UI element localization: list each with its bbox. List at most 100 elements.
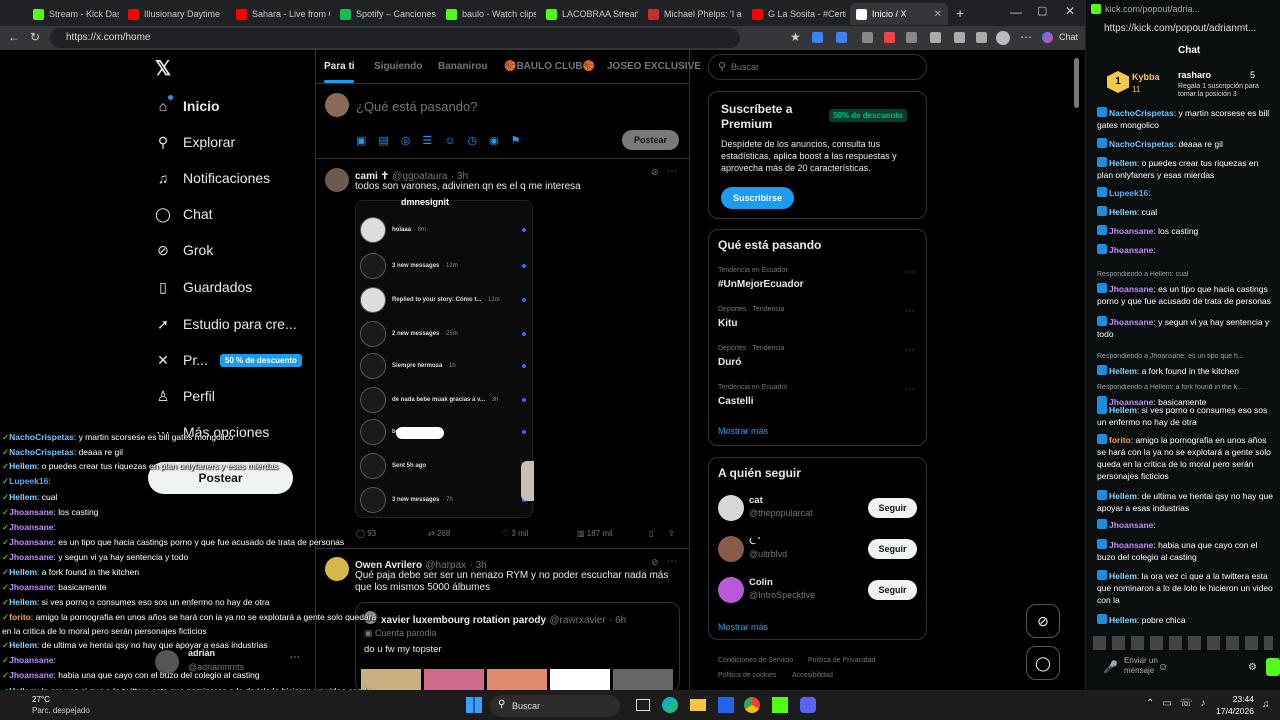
files-icon[interactable] bbox=[690, 699, 706, 711]
emoji-icon[interactable]: ☺ bbox=[1158, 662, 1168, 673]
chat-username[interactable]: forito bbox=[1109, 435, 1131, 445]
close-window-button[interactable]: ✕ bbox=[1065, 4, 1075, 18]
trend-more-icon[interactable]: ⋯ bbox=[905, 384, 915, 395]
settings-icon[interactable]: ⚙ bbox=[1248, 662, 1257, 673]
view-count[interactable]: ▥ 187 mil bbox=[577, 529, 613, 538]
kick-url[interactable]: https://kick.com/popout/adrianmt... bbox=[1104, 23, 1256, 34]
chat-username[interactable]: NachoCrispetas bbox=[1109, 139, 1174, 149]
footer-link[interactable]: Condiciones de Servicio bbox=[718, 657, 793, 664]
nav-item-person[interactable]: ♙ Perfil bbox=[155, 382, 215, 410]
tab-close-icon[interactable]: ✕ bbox=[225, 9, 226, 20]
kick-app-icon[interactable] bbox=[772, 697, 788, 713]
weather-temp[interactable]: 27°C bbox=[32, 695, 50, 704]
follow-name[interactable]: Colin bbox=[749, 577, 773, 588]
nav-item-grok[interactable]: ⊘ Grok bbox=[155, 236, 213, 264]
nav-item-search[interactable]: ⚲ Explorar bbox=[155, 128, 235, 156]
quote-tweet[interactable]: xavier luxembourg rotation parody @rawrx… bbox=[355, 602, 680, 692]
discord-icon[interactable] bbox=[800, 697, 816, 713]
tab-4[interactable]: JOSEO EXCLUSIVE bbox=[607, 61, 701, 72]
extension-icon[interactable] bbox=[906, 32, 917, 43]
grok-fab-icon[interactable]: ⊘ bbox=[1026, 604, 1060, 638]
chat-username[interactable]: Hellem bbox=[1109, 615, 1137, 625]
grok-icon[interactable]: ⊘ bbox=[651, 167, 659, 178]
tweet-image[interactable]: dmnesignit holaaa · 8m 3 new messages · 12m… bbox=[355, 197, 534, 518]
trend-name[interactable]: Duró bbox=[718, 357, 741, 368]
trend-name[interactable]: Kitu bbox=[718, 318, 737, 329]
tab-close-icon[interactable]: ✕ bbox=[934, 9, 942, 20]
nav-item-home[interactable]: ⌂ Inicio bbox=[155, 92, 220, 120]
extension-icon[interactable] bbox=[954, 32, 965, 43]
follow-button[interactable]: Seguir bbox=[868, 539, 917, 559]
nav-item-chat[interactable]: ◯ Chat bbox=[155, 200, 212, 228]
nav-item-bookmark[interactable]: ▯ Guardados bbox=[155, 273, 252, 301]
chat-username[interactable]: Hellem bbox=[1109, 158, 1137, 168]
follow-avatar[interactable] bbox=[718, 536, 744, 562]
back-icon[interactable]: ← bbox=[8, 30, 20, 44]
like-count[interactable]: ♡ 3 mil bbox=[502, 529, 528, 538]
x-logo-icon[interactable]: 𝕏 bbox=[155, 56, 171, 81]
nav-item-rocket[interactable]: ➚ Estudio para cre... bbox=[155, 310, 297, 338]
trend-more-icon[interactable]: ⋯ bbox=[905, 267, 915, 278]
follow-button[interactable]: Seguir bbox=[868, 498, 917, 518]
copilot-icon[interactable] bbox=[1042, 32, 1053, 43]
scrollbar[interactable] bbox=[1074, 58, 1079, 108]
extension-icon[interactable] bbox=[812, 32, 823, 43]
browser-tab[interactable]: Spotify – Canciones✕ bbox=[334, 3, 436, 25]
follow-avatar[interactable] bbox=[718, 495, 744, 521]
extension-icon[interactable] bbox=[976, 32, 987, 43]
browser-tab[interactable]: Michael Phelps: 'I an✕ bbox=[642, 3, 742, 25]
follow-button[interactable]: Seguir bbox=[868, 580, 917, 600]
share-icon[interactable]: ⇪ bbox=[668, 529, 675, 538]
tab-3[interactable]: 🏀BAULO CLUB🏀 bbox=[504, 61, 595, 72]
store-icon[interactable] bbox=[718, 697, 734, 713]
chat-username[interactable]: Hellem bbox=[1109, 571, 1137, 581]
footer-link[interactable]: Política de Privacidad bbox=[808, 657, 875, 664]
browser-tab[interactable]: Inicio / X ✕ bbox=[850, 3, 948, 25]
chat-username[interactable]: Jhoansane bbox=[1109, 540, 1153, 550]
browser-tab[interactable]: Sahara - Live from C✕ bbox=[230, 3, 330, 25]
mic-icon[interactable]: 🎤 bbox=[1103, 660, 1118, 674]
follow-name[interactable]: ⏾ ̊ bbox=[749, 536, 759, 547]
tray-icons[interactable]: ⌃▭☏♪ bbox=[1146, 698, 1213, 709]
nav-item-x-premium[interactable]: ✕ Pr... 50 % de descuento bbox=[155, 346, 302, 374]
chat-username[interactable]: Hellem bbox=[1109, 405, 1137, 415]
maximize-button[interactable]: ▢ bbox=[1037, 4, 1047, 17]
trend-more-icon[interactable]: ⋯ bbox=[905, 345, 915, 356]
show-more-follow[interactable]: Mostrar más bbox=[718, 622, 768, 632]
browser-tab[interactable]: Illusionary Daytime ✕ bbox=[122, 3, 226, 25]
chat-username[interactable]: Lupeek16 bbox=[1109, 188, 1148, 198]
tab-2[interactable]: Bananirou bbox=[438, 61, 487, 72]
tweet-more-icon[interactable]: ⋯ bbox=[667, 556, 677, 567]
send-message-input[interactable]: Enviar un mensaje bbox=[1124, 656, 1158, 676]
extension-icon[interactable] bbox=[884, 32, 895, 43]
taskview-icon[interactable] bbox=[636, 699, 650, 711]
composer-input[interactable]: ¿Qué está pasando? bbox=[356, 99, 477, 114]
taskbar-search[interactable]: ⚲ Buscar bbox=[490, 695, 620, 717]
new-tab-button[interactable]: + bbox=[956, 5, 964, 21]
extension-icon[interactable] bbox=[836, 32, 847, 43]
follow-avatar[interactable] bbox=[718, 577, 744, 603]
extension-icon[interactable] bbox=[930, 32, 941, 43]
grok-icon[interactable]: ⊘ bbox=[651, 557, 659, 568]
extension-icon[interactable] bbox=[862, 32, 873, 43]
messages-fab-icon[interactable]: ◯ bbox=[1026, 646, 1060, 680]
repost-count[interactable]: ⇄ 268 bbox=[428, 529, 450, 538]
chat-username[interactable]: Jhoansane bbox=[1109, 520, 1153, 530]
chat-username[interactable]: NachoCrispetas bbox=[1109, 108, 1174, 118]
tweet-avatar[interactable] bbox=[325, 557, 349, 581]
profile-avatar[interactable] bbox=[996, 31, 1010, 45]
browser-tab[interactable]: G La Sosita - #Certif✕ bbox=[746, 3, 846, 25]
browser-tab[interactable]: baulo - Watch clips✕ bbox=[440, 3, 536, 25]
chat-username[interactable]: Hellem bbox=[1109, 491, 1137, 501]
chat-username[interactable]: Jhoansane bbox=[1109, 245, 1153, 255]
browser-tab[interactable]: LACOBRAA Stream✕ bbox=[540, 3, 638, 25]
menu-icon[interactable]: ⋯ bbox=[1020, 30, 1032, 44]
chat-username[interactable]: Jhoansane bbox=[1109, 284, 1153, 294]
chat-username[interactable]: Jhoansane bbox=[1109, 226, 1153, 236]
chat-username[interactable]: Jhoansane bbox=[1109, 317, 1153, 327]
trend-more-icon[interactable]: ⋯ bbox=[905, 306, 915, 317]
tab-1[interactable]: Siguiendo bbox=[374, 61, 422, 72]
clock-time[interactable]: 23:44 bbox=[1228, 694, 1254, 704]
send-button[interactable] bbox=[1266, 658, 1280, 676]
chrome-icon[interactable] bbox=[744, 697, 760, 713]
